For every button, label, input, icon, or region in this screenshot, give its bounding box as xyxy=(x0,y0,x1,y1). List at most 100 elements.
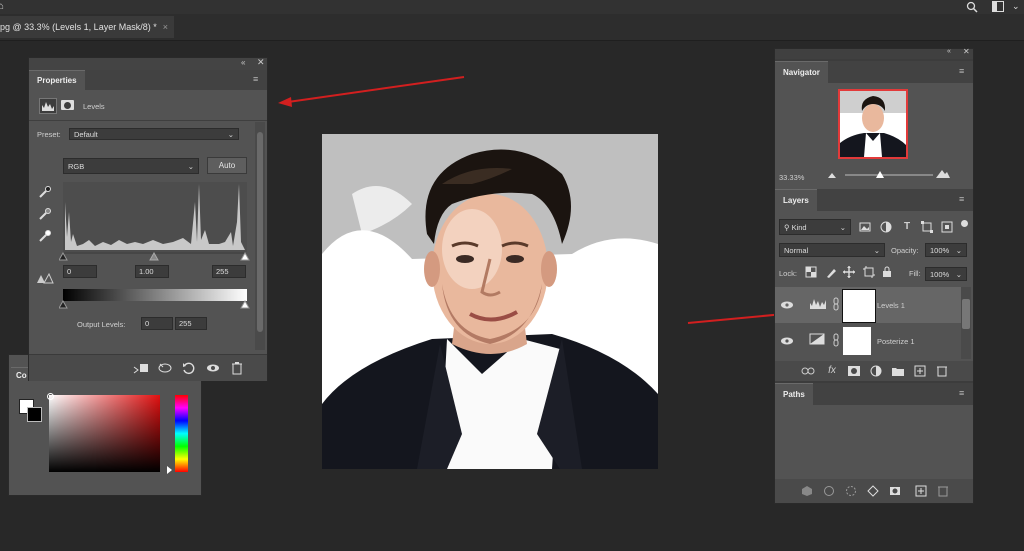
output-black-field[interactable]: 0 xyxy=(141,317,173,330)
clip-to-layer-icon[interactable] xyxy=(133,361,149,375)
gamma-input-slider[interactable] xyxy=(149,251,159,261)
layer-mask-thumbnail[interactable] xyxy=(843,327,871,355)
lock-artboard-icon[interactable] xyxy=(863,266,875,278)
blend-mode-dropdown[interactable]: Normal ⌄ xyxy=(779,243,885,257)
make-work-path-icon[interactable] xyxy=(867,485,879,497)
layer-filter-kind: Kind xyxy=(791,222,807,232)
filter-shape-icon[interactable] xyxy=(921,221,933,233)
output-white-field[interactable]: 255 xyxy=(175,317,207,330)
visibility-eye-icon[interactable] xyxy=(205,361,221,375)
layer-row-posterize-1[interactable]: Posterize 1 xyxy=(775,323,961,359)
white-output-slider[interactable] xyxy=(240,300,250,309)
new-adjustment-layer-icon[interactable] xyxy=(869,365,883,377)
white-point-eyedropper-icon[interactable] xyxy=(38,229,52,243)
chevron-down-icon: ⌄ xyxy=(955,245,962,255)
close-icon[interactable]: ✕ xyxy=(257,57,265,68)
clipping-warning-icon[interactable] xyxy=(36,272,54,284)
paths-panel xyxy=(775,405,973,503)
scrollbar-thumb[interactable] xyxy=(962,299,970,329)
filter-toggle[interactable] xyxy=(961,220,968,227)
visibility-eye-icon[interactable] xyxy=(780,300,794,310)
new-layer-icon[interactable] xyxy=(913,365,927,377)
trash-icon[interactable] xyxy=(229,361,245,375)
close-icon[interactable]: ✕ xyxy=(963,47,970,56)
properties-tab[interactable]: Properties xyxy=(29,70,85,90)
hue-slider[interactable] xyxy=(175,395,188,472)
auto-button[interactable]: Auto xyxy=(207,157,247,174)
lock-image-pixels-icon[interactable] xyxy=(825,266,837,278)
layer-mask-thumbnail[interactable] xyxy=(843,290,875,322)
paths-tab[interactable]: Paths xyxy=(775,383,813,405)
fill-field[interactable]: 100% ⌄ xyxy=(925,267,967,281)
trash-icon[interactable] xyxy=(935,365,949,377)
panel-menu-icon[interactable]: ≡ xyxy=(959,388,964,398)
input-gamma-field[interactable]: 1.00 xyxy=(135,265,169,278)
blend-mode-value: Normal xyxy=(784,245,809,255)
load-path-as-selection-icon[interactable] xyxy=(845,485,857,497)
visibility-eye-icon[interactable] xyxy=(780,336,794,346)
properties-panel: « ✕ Properties ≡ Levels Preset: Default … xyxy=(28,57,268,381)
filter-smart-object-icon[interactable] xyxy=(941,221,953,233)
fill-value: 100% xyxy=(930,269,950,279)
filter-type-icon[interactable]: T xyxy=(901,220,913,232)
layer-style-fx-icon[interactable]: fx xyxy=(825,364,839,376)
navigator-zoom-value[interactable]: 33.33% xyxy=(779,173,804,182)
input-white-field[interactable]: 255 xyxy=(212,265,246,278)
layer-filter-dropdown[interactable]: ⚲ Kind ⌄ xyxy=(779,219,851,235)
panel-menu-icon[interactable]: ≡ xyxy=(959,194,964,204)
filter-pixel-icon[interactable] xyxy=(859,221,871,233)
mask-icon[interactable] xyxy=(61,100,74,110)
lock-position-icon[interactable] xyxy=(843,266,855,278)
annotation-arrow-layers xyxy=(687,313,785,324)
collapse-icon[interactable]: « xyxy=(947,48,951,55)
link-chain-icon[interactable] xyxy=(833,297,839,311)
properties-scrollbar[interactable] xyxy=(255,122,265,350)
collapse-icon[interactable]: « xyxy=(241,58,245,67)
levels-adjustment-icon[interactable] xyxy=(39,98,57,114)
input-black-field[interactable]: 0 xyxy=(63,265,97,278)
channel-dropdown[interactable]: RGB ⌄ xyxy=(63,158,199,174)
background-color-swatch[interactable] xyxy=(27,407,42,422)
layer-name[interactable]: Posterize 1 xyxy=(877,337,915,346)
link-chain-icon[interactable] xyxy=(833,333,839,347)
layers-tab[interactable]: Layers xyxy=(775,189,817,211)
zoom-out-icon[interactable] xyxy=(827,171,837,179)
zoom-in-icon[interactable] xyxy=(935,168,951,179)
new-group-folder-icon[interactable] xyxy=(891,365,905,377)
gray-point-eyedropper-icon[interactable] xyxy=(38,207,52,221)
black-input-slider[interactable] xyxy=(59,251,68,261)
panel-menu-icon[interactable]: ≡ xyxy=(253,74,258,84)
hue-slider-handle[interactable] xyxy=(167,466,172,474)
black-point-eyedropper-icon[interactable] xyxy=(38,185,52,199)
output-sliders[interactable] xyxy=(59,300,253,309)
link-layers-icon[interactable] xyxy=(801,365,815,377)
input-sliders[interactable] xyxy=(59,251,253,261)
navigator-tab[interactable]: Navigator xyxy=(775,61,828,83)
add-mask-icon[interactable] xyxy=(889,485,901,497)
add-mask-icon[interactable] xyxy=(847,365,861,377)
layer-name[interactable]: Levels 1 xyxy=(877,301,905,310)
preset-dropdown[interactable]: Default ⌄ xyxy=(69,128,239,140)
reset-icon[interactable] xyxy=(181,361,197,375)
trash-icon[interactable] xyxy=(937,485,949,497)
navigator-zoom-handle[interactable] xyxy=(876,171,884,178)
lock-all-icon[interactable] xyxy=(881,266,893,278)
fill-path-icon[interactable] xyxy=(801,485,813,497)
filter-adjustment-icon[interactable] xyxy=(880,221,892,233)
opacity-field[interactable]: 100% ⌄ xyxy=(925,243,967,257)
navigator-thumbnail[interactable] xyxy=(838,89,908,159)
white-input-slider[interactable] xyxy=(240,251,250,261)
color-picker-cursor[interactable] xyxy=(47,393,54,400)
color-picker-field[interactable] xyxy=(49,395,160,472)
lock-transparent-pixels-icon[interactable] xyxy=(805,266,817,278)
layers-scrollbar[interactable] xyxy=(961,287,971,359)
navigator-zoom-slider[interactable] xyxy=(845,174,933,176)
view-previous-state-icon[interactable] xyxy=(157,361,173,375)
new-path-icon[interactable] xyxy=(915,485,927,497)
stroke-path-icon[interactable] xyxy=(823,485,835,497)
layer-row-levels-1[interactable]: Levels 1 xyxy=(775,287,961,323)
black-output-slider[interactable] xyxy=(59,300,68,309)
scrollbar-thumb[interactable] xyxy=(257,132,263,332)
panel-menu-icon[interactable]: ≡ xyxy=(959,66,964,76)
paths-tabstrip: Paths ≡ xyxy=(775,383,973,405)
